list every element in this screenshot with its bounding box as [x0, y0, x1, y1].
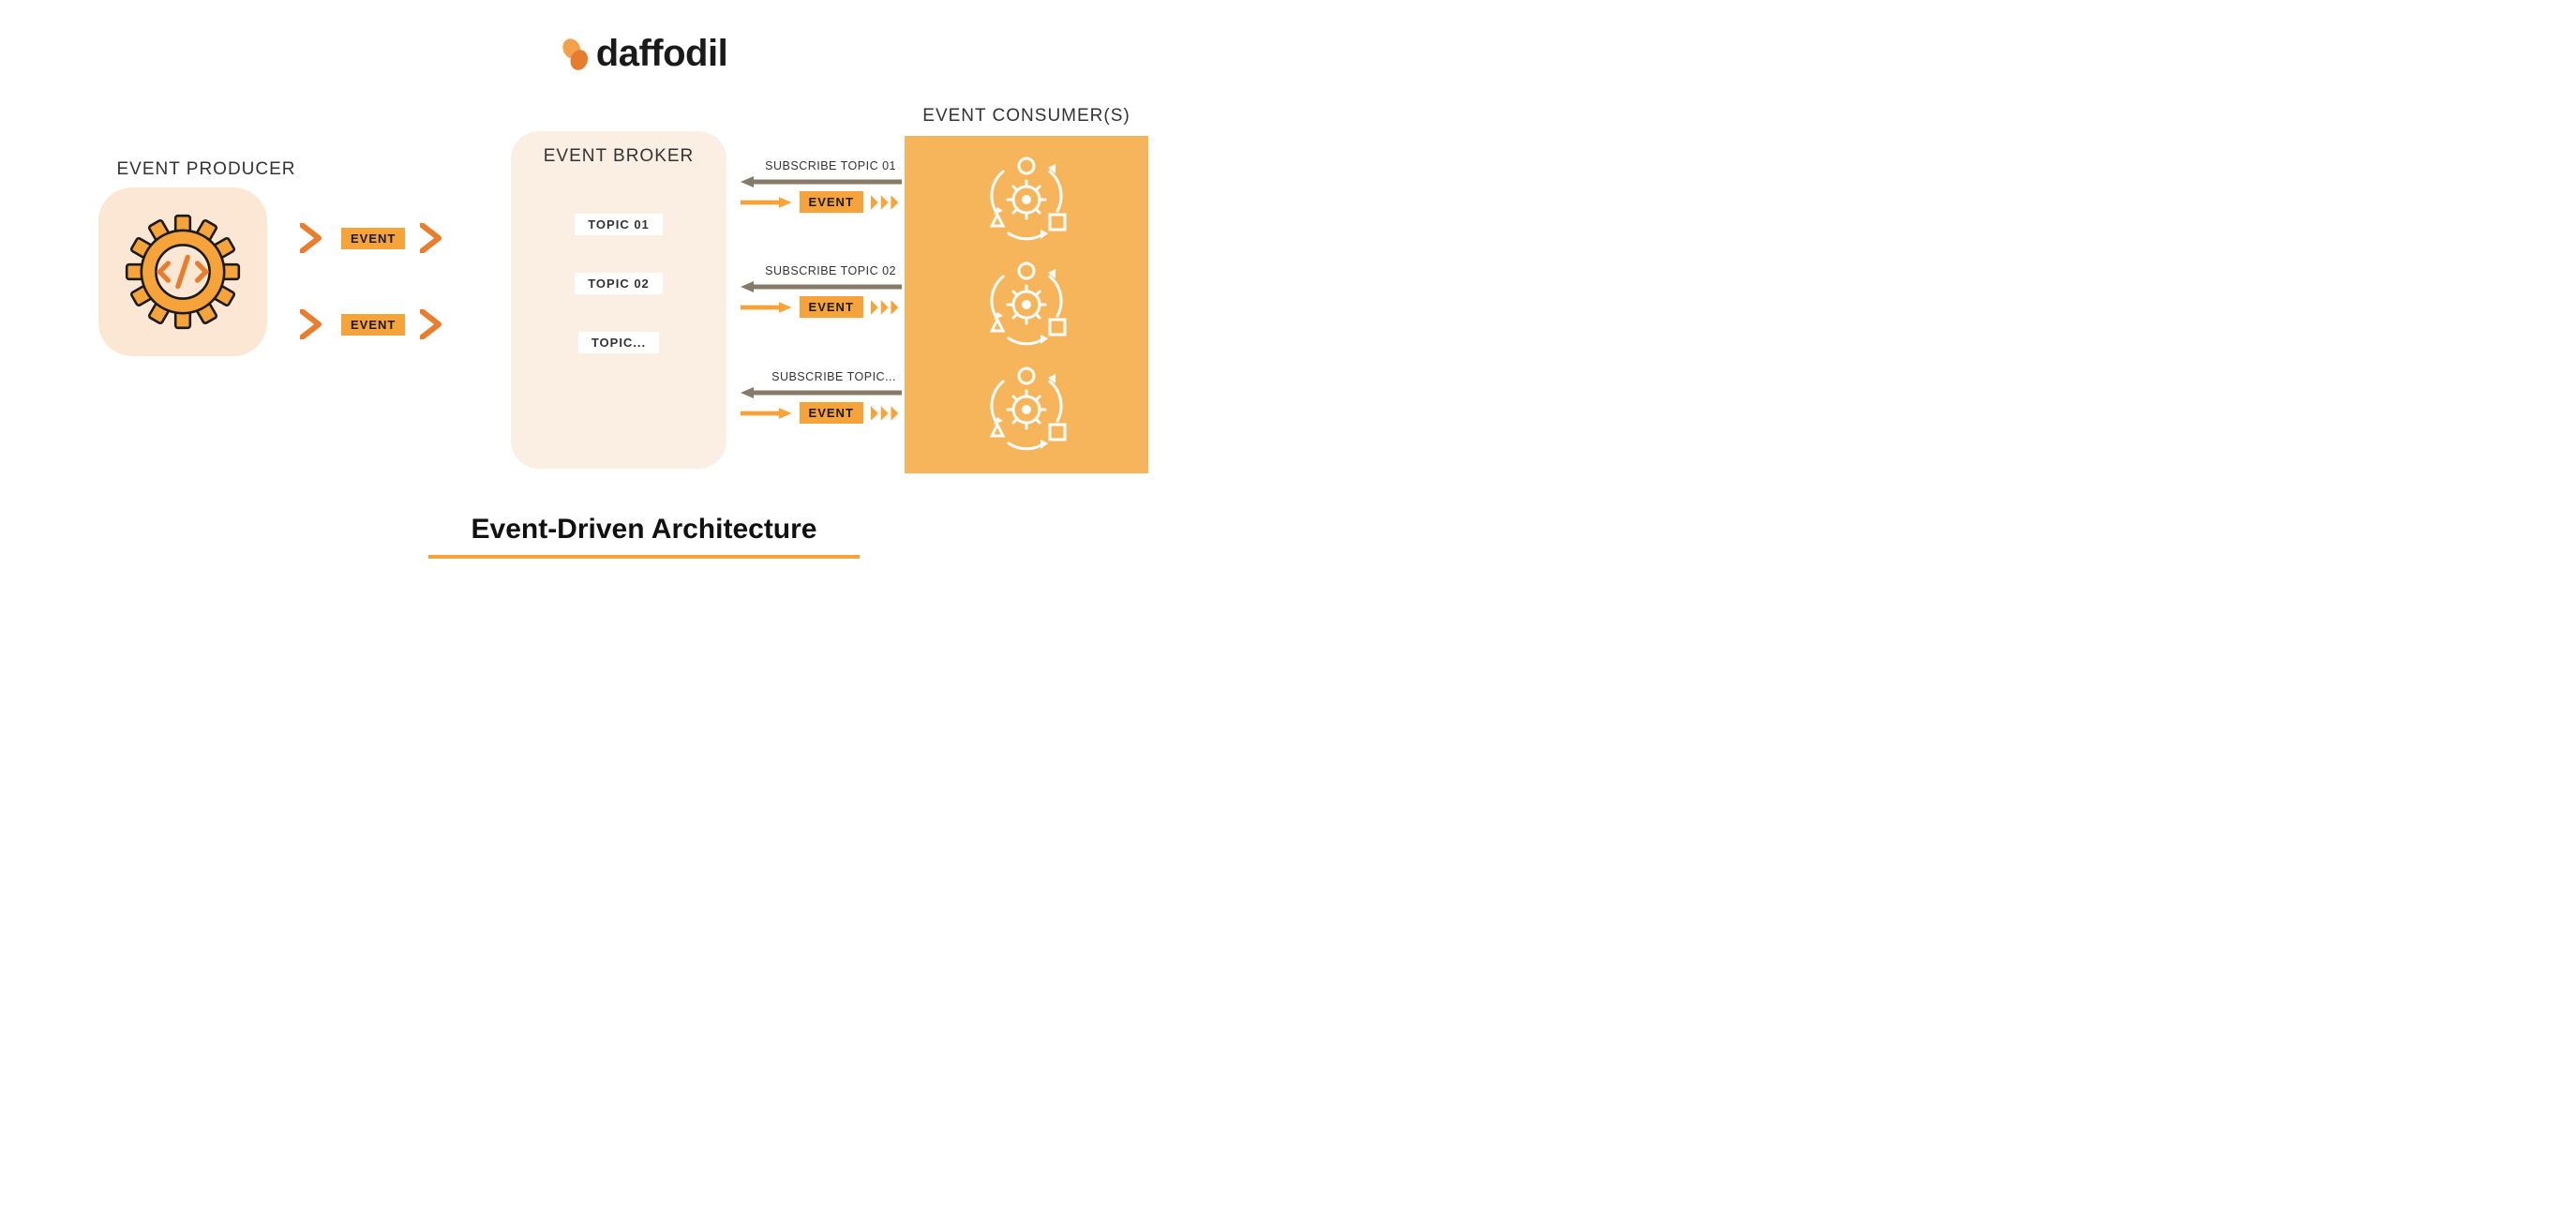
topic-pill: TOPIC...: [578, 332, 659, 353]
broker-box: EVENT BROKER TOPIC 01 TOPIC 02 TOPIC...: [511, 131, 726, 469]
triple-chevron-right-icon: [871, 195, 902, 210]
subscribe-arrow-left-icon: [741, 176, 902, 187]
topic-pill: TOPIC 01: [575, 214, 663, 235]
chevron-right-icon: [300, 309, 326, 339]
event-pill: EVENT: [341, 314, 405, 336]
chevron-right-icon: [420, 309, 446, 339]
triple-chevron-right-icon: [871, 406, 902, 421]
event-flow-row: EVENT: [300, 309, 446, 339]
consumer-process-icon: [975, 363, 1078, 456]
event-arrow-right-icon: [741, 302, 792, 313]
subscribe-label: SUBSCRIBE TOPIC 02: [741, 264, 902, 277]
title-underline: [428, 555, 860, 559]
consumer-process-icon: [975, 153, 1078, 247]
logo-text: daffodil: [596, 33, 727, 75]
event-pill: EVENT: [800, 402, 863, 424]
event-pill: EVENT: [341, 228, 405, 249]
broker-label: EVENT BROKER: [511, 146, 726, 167]
brand-logo: daffodil: [561, 33, 727, 75]
producer-label: EVENT PRODUCER: [98, 159, 314, 180]
subscribe-lane: SUBSCRIBE TOPIC 01 EVENT: [741, 159, 902, 213]
chevron-right-icon: [300, 223, 326, 253]
topic-pill: TOPIC 02: [575, 273, 663, 294]
subscribe-arrow-left-icon: [741, 281, 902, 292]
consumer-process-icon: [975, 258, 1078, 351]
consumers-label: EVENT CONSUMER(S): [905, 106, 1148, 127]
subscribe-label: SUBSCRIBE TOPIC 01: [741, 159, 902, 172]
consumers-box: [905, 136, 1148, 473]
event-arrow-right-icon: [741, 408, 792, 419]
event-arrow-right-icon: [741, 197, 792, 208]
subscribe-lane: SUBSCRIBE TOPIC... EVENT: [741, 370, 902, 424]
logo-mark-icon: [561, 37, 592, 71]
diagram-title: Event-Driven Architecture: [472, 514, 817, 546]
subscribe-lane: SUBSCRIBE TOPIC 02 EVENT: [741, 264, 902, 318]
producer-box: [98, 187, 267, 356]
event-flow-row: EVENT: [300, 223, 446, 253]
chevron-right-icon: [420, 223, 446, 253]
gear-code-icon: [122, 211, 244, 333]
event-pill: EVENT: [800, 191, 863, 213]
subscribe-label: SUBSCRIBE TOPIC...: [741, 370, 902, 383]
triple-chevron-right-icon: [871, 300, 902, 315]
subscribe-arrow-left-icon: [741, 387, 902, 398]
event-pill: EVENT: [800, 296, 863, 318]
